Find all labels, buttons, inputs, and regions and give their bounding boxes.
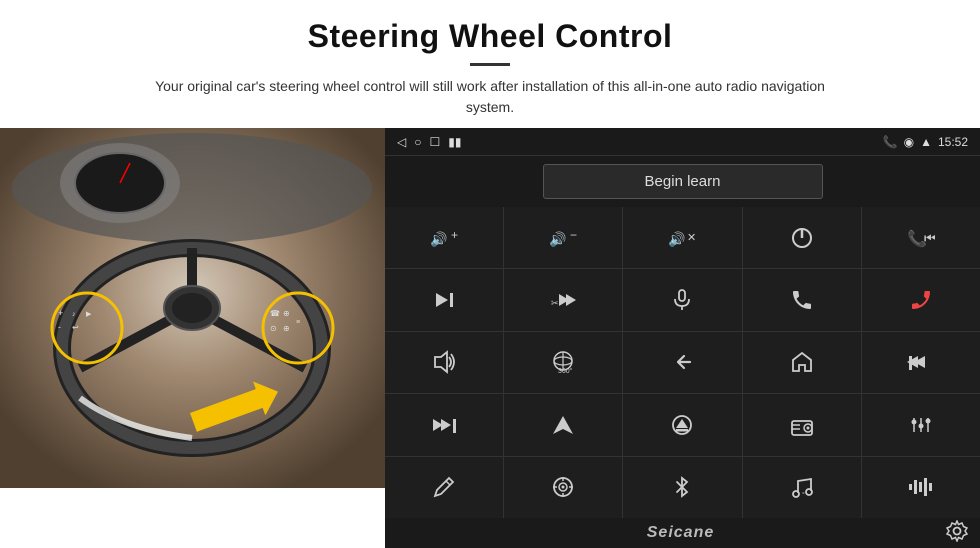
- skip-ff-button[interactable]: [385, 394, 503, 455]
- wifi-icon: ▲: [920, 135, 932, 149]
- rewind-button[interactable]: [862, 332, 980, 393]
- svg-text:☎: ☎: [270, 309, 280, 318]
- header-section: Steering Wheel Control Your original car…: [0, 0, 980, 128]
- svg-text:-: -: [58, 322, 61, 332]
- svg-text:⊙: ⊙: [270, 324, 277, 333]
- svg-text:°: °: [802, 491, 805, 499]
- car-image-svg: + - ♪ ↩ ▶ ☎ ⊕ ⊙ ⊕ ≡: [0, 128, 385, 488]
- skip-next-button[interactable]: [385, 269, 503, 330]
- waveform-button[interactable]: [862, 457, 980, 518]
- eq-button[interactable]: [862, 394, 980, 455]
- svg-text:⏮: ⏮: [924, 230, 935, 246]
- status-icons-left: ◁ ○ ☐ ▮▮: [397, 135, 461, 149]
- svg-text:✂: ✂: [551, 298, 559, 308]
- vol-down-button[interactable]: 🔊−: [504, 207, 622, 268]
- home-button[interactable]: [743, 332, 861, 393]
- mic-button[interactable]: [623, 269, 741, 330]
- controls-grid: 🔊+ 🔊− 🔊✕ 📞⏮: [385, 207, 980, 518]
- svg-text:360°: 360°: [558, 367, 573, 375]
- bluetooth-button[interactable]: [623, 457, 741, 518]
- speaker-button[interactable]: [385, 332, 503, 393]
- status-icons-right: 📞 ◉ ▲ 15:52: [883, 135, 968, 149]
- svg-text:⊕: ⊕: [283, 324, 290, 333]
- subtitle: Your original car's steering wheel contr…: [140, 76, 840, 118]
- status-bar: ◁ ○ ☐ ▮▮ 📞 ◉ ▲ 15:52: [385, 128, 980, 156]
- music-button[interactable]: °: [743, 457, 861, 518]
- page-wrapper: Steering Wheel Control Your original car…: [0, 0, 980, 548]
- bottom-bar: Seicane: [385, 518, 980, 548]
- mute-button[interactable]: 🔊✕: [623, 207, 741, 268]
- signal-icon: ▮▮: [448, 135, 461, 149]
- page-title: Steering Wheel Control: [60, 18, 920, 55]
- radio-button[interactable]: [743, 394, 861, 455]
- seicane-logo: Seicane: [385, 524, 946, 542]
- begin-learn-button[interactable]: Begin learn: [543, 164, 823, 199]
- eject-button[interactable]: [623, 394, 741, 455]
- square-icon: ☐: [429, 135, 440, 149]
- svg-text:≡: ≡: [296, 319, 300, 326]
- svg-text:↩: ↩: [72, 323, 79, 332]
- phone-status-icon: 📞: [883, 135, 898, 149]
- target-button[interactable]: [504, 457, 622, 518]
- location-icon: ◉: [904, 135, 914, 149]
- vol-up-button[interactable]: 🔊+: [385, 207, 503, 268]
- 360-button[interactable]: 360°: [504, 332, 622, 393]
- power-button[interactable]: [743, 207, 861, 268]
- svg-text:🔊: 🔊: [430, 230, 447, 248]
- pen-button[interactable]: [385, 457, 503, 518]
- hang-up-button[interactable]: [862, 269, 980, 330]
- svg-text:+: +: [451, 228, 458, 242]
- back-icon: ◁: [397, 135, 406, 149]
- settings-icon[interactable]: [946, 520, 968, 547]
- android-screen: ◁ ○ ☐ ▮▮ 📞 ◉ ▲ 15:52 Begin learn: [385, 128, 980, 548]
- svg-text:−: −: [570, 228, 577, 242]
- svg-text:🔊: 🔊: [668, 230, 685, 248]
- prev-track-button[interactable]: 📞⏮: [862, 207, 980, 268]
- title-divider: [470, 63, 510, 66]
- svg-text:+: +: [58, 308, 63, 318]
- svg-text:♪: ♪: [72, 311, 76, 318]
- ff-button[interactable]: ✂: [504, 269, 622, 330]
- call-button[interactable]: [743, 269, 861, 330]
- svg-text:▶: ▶: [86, 311, 92, 318]
- content-section: + - ♪ ↩ ▶ ☎ ⊕ ⊙ ⊕ ≡: [0, 128, 980, 548]
- begin-learn-row: Begin learn: [385, 156, 980, 207]
- svg-text:✕: ✕: [687, 232, 696, 244]
- navigate-button[interactable]: [504, 394, 622, 455]
- home-circle-icon: ○: [414, 135, 421, 149]
- car-image: + - ♪ ↩ ▶ ☎ ⊕ ⊙ ⊕ ≡: [0, 128, 385, 488]
- svg-text:⊕: ⊕: [283, 309, 290, 318]
- status-time: 15:52: [938, 135, 968, 149]
- back-nav-button[interactable]: [623, 332, 741, 393]
- svg-text:🔊: 🔊: [549, 230, 566, 248]
